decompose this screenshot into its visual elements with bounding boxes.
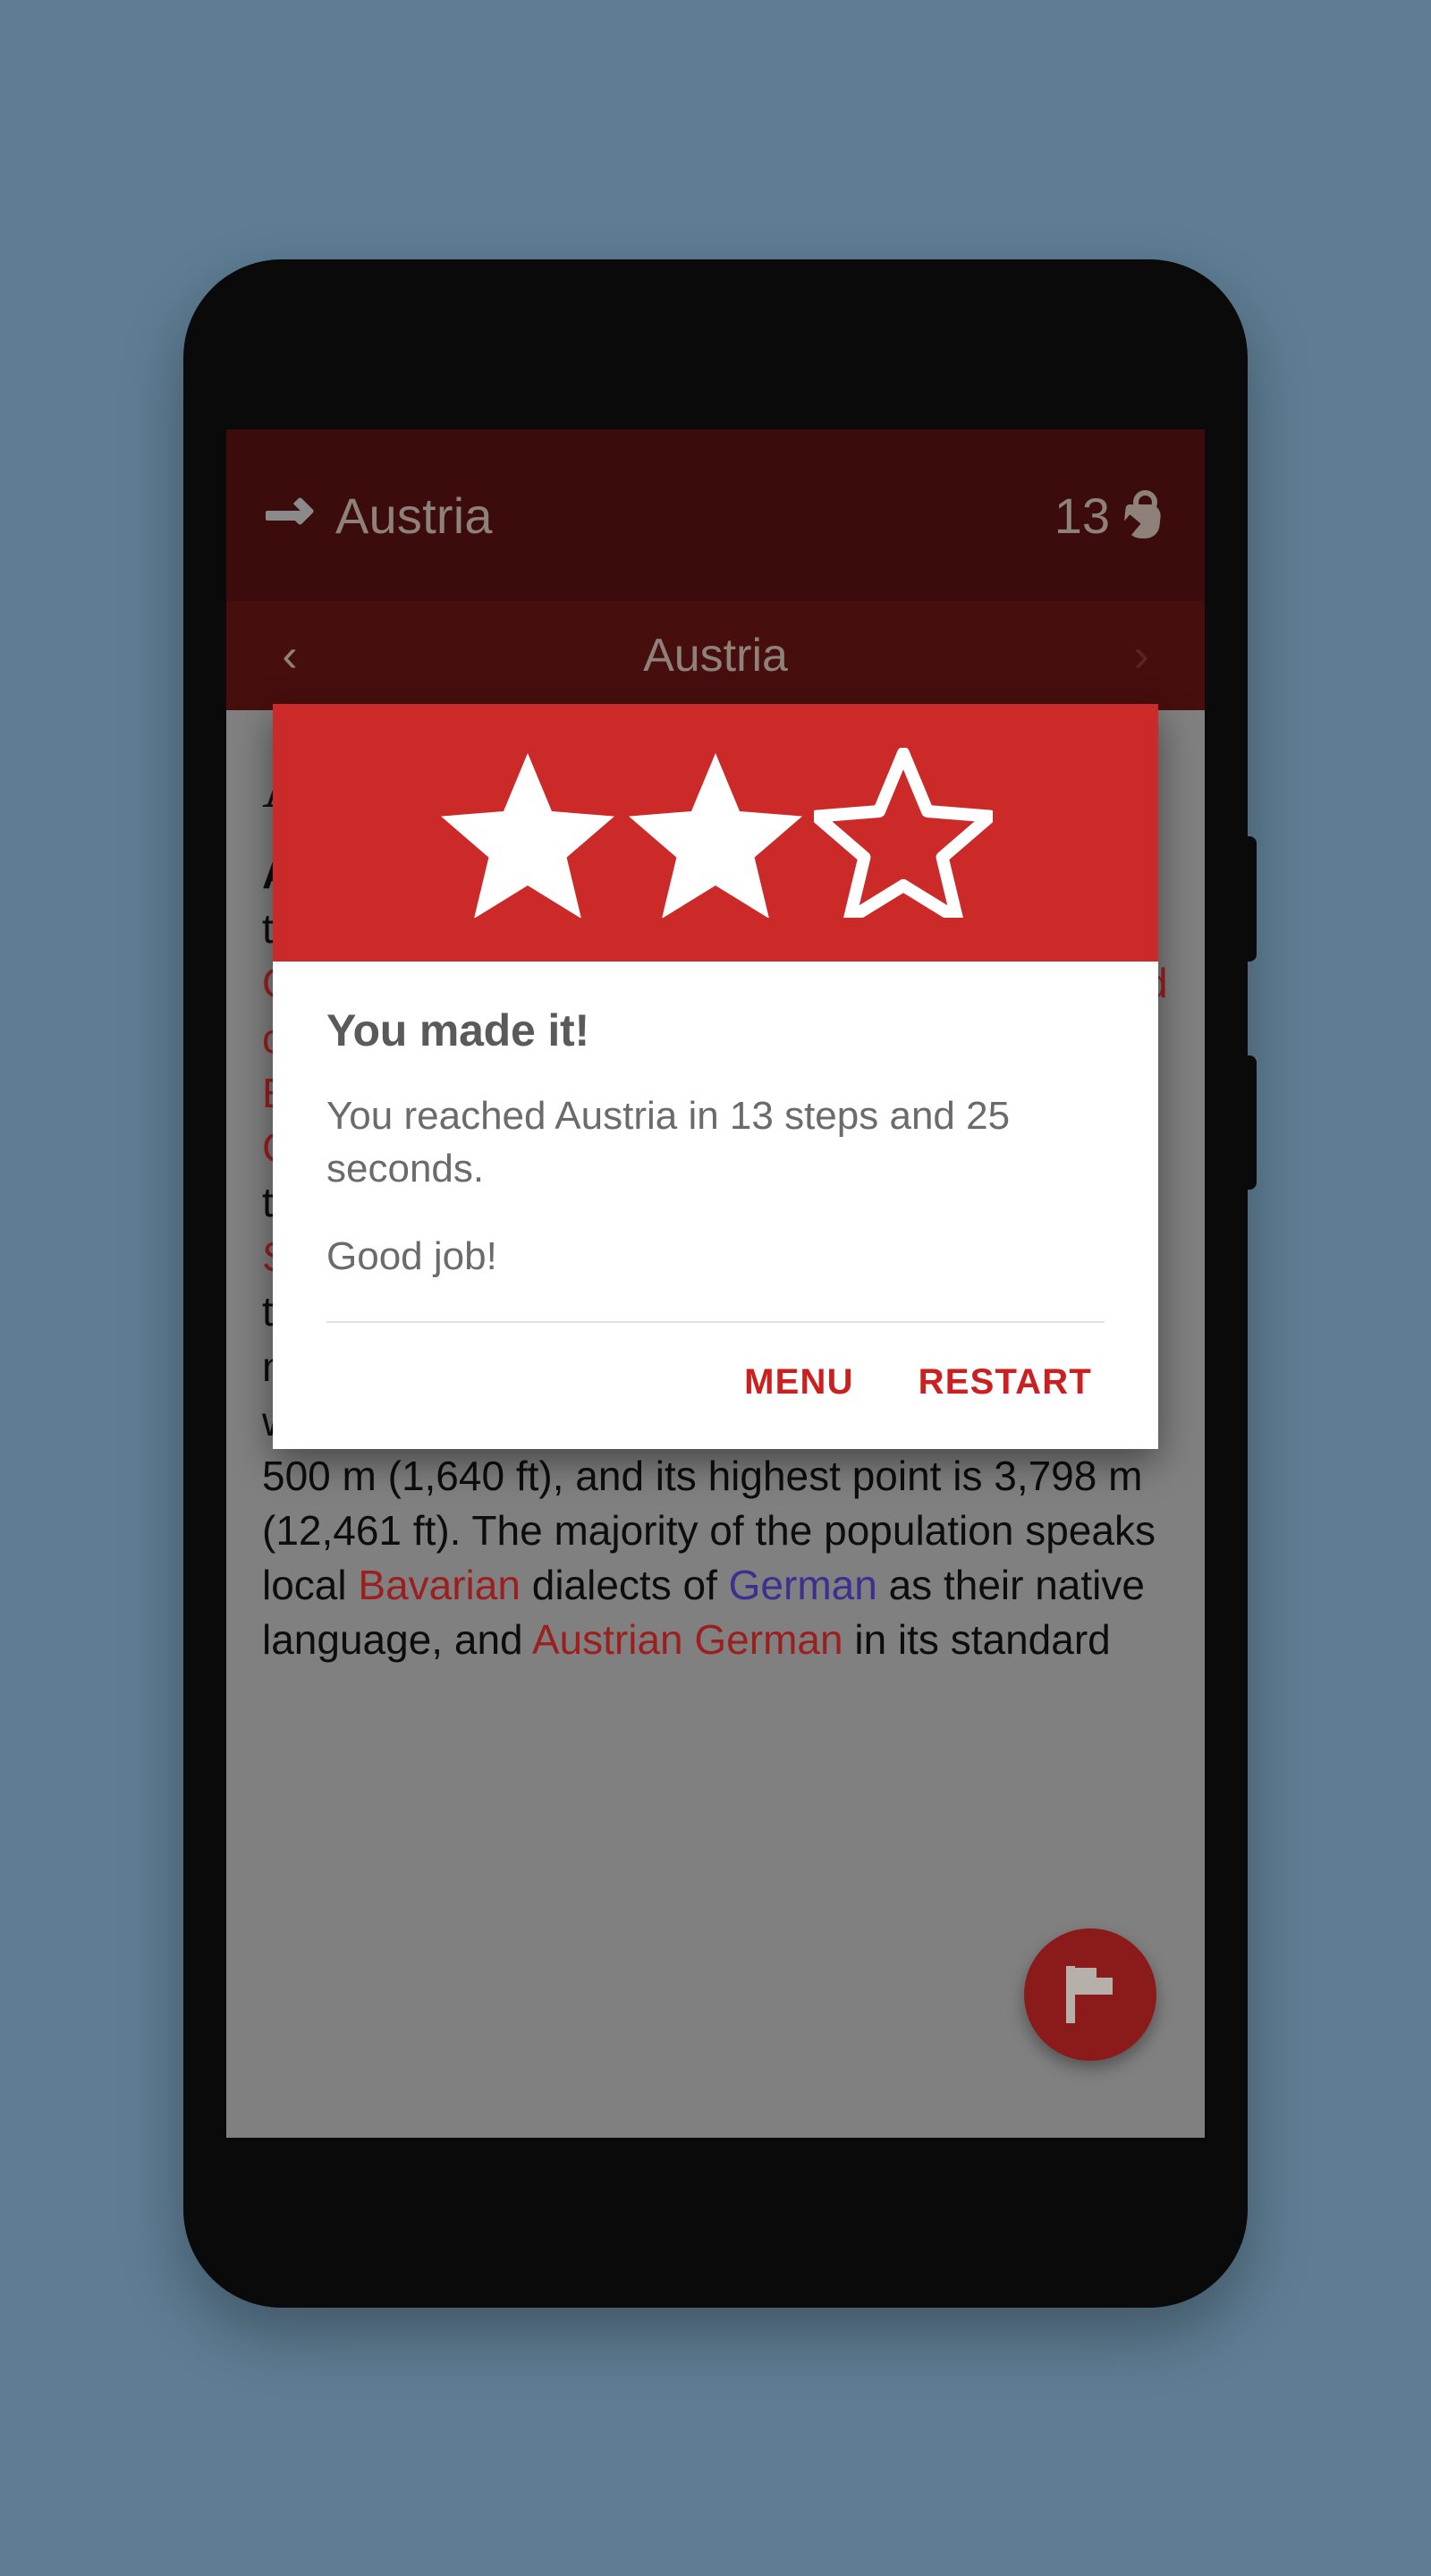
tap-icon (1118, 490, 1162, 540)
star-icon-filled-1 (441, 753, 614, 918)
dialog-body-line-1: You reached Austria in 13 steps and 25 s… (326, 1094, 1011, 1191)
dialog-title: You made it! (326, 1005, 589, 1055)
phone-device: Austria 13 ‹ Austria › Austria Austria (… (183, 259, 1257, 2308)
star-rating (273, 704, 1158, 962)
app-top-bar: Austria 13 (226, 429, 1205, 601)
chevron-left-icon[interactable]: ‹ (267, 632, 312, 679)
step-counter: 13 (1054, 487, 1162, 545)
nav-article-title: Austria (643, 630, 788, 682)
dialog-content: You made it! You reached Austria in 13 s… (273, 962, 1158, 1284)
star-icon-outline-3 (814, 748, 993, 918)
goal-title: Austria (335, 487, 493, 544)
chevron-right-icon[interactable]: › (1119, 632, 1164, 679)
step-count-value: 13 (1054, 487, 1110, 544)
article-nav-bar: ‹ Austria › (226, 601, 1205, 710)
star-icon-filled-2 (629, 753, 802, 918)
dialog-actions: MENU RESTART (273, 1323, 1158, 1449)
restart-button[interactable]: RESTART (899, 1346, 1112, 1419)
menu-button[interactable]: MENU (724, 1346, 874, 1419)
flag-icon (1066, 1966, 1114, 2023)
volume-button[interactable] (1244, 1055, 1257, 1190)
phone-screen: Austria 13 ‹ Austria › Austria Austria (… (226, 429, 1205, 2138)
arrow-right-icon (266, 496, 316, 533)
flag-fab-button[interactable] (1024, 1928, 1156, 2061)
result-dialog: You made it! You reached Austria in 13 s… (273, 704, 1158, 1449)
power-button[interactable] (1244, 836, 1257, 962)
dialog-body-line-2: Good job! (326, 1234, 497, 1279)
